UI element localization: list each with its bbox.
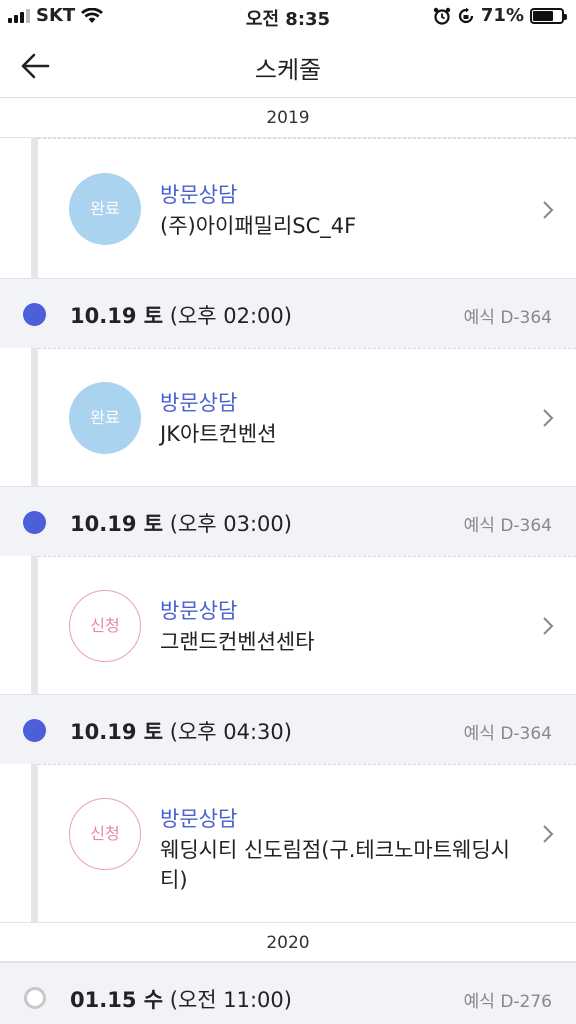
chevron-right-icon — [543, 617, 554, 635]
schedule-place: 그랜드컨벤션센타 — [160, 630, 315, 654]
alarm-icon — [433, 7, 451, 25]
wedding-dday: 예식 D-364 — [463, 724, 552, 744]
chevron-right-icon — [543, 409, 554, 427]
app-header: 스케줄 — [0, 32, 576, 98]
schedule-card[interactable]: 완료 방문상담 (주)아이패밀리SC_4F — [38, 138, 576, 278]
orientation-lock-icon — [458, 7, 474, 23]
schedule-place: (주)아이패밀리SC_4F — [160, 214, 357, 238]
schedule-time: (오후 04:30) — [169, 720, 292, 744]
schedule-date: 10.19 토 — [70, 304, 164, 328]
chevron-right-icon — [543, 201, 554, 219]
schedule-card[interactable]: 완료 방문상담 JK아트컨벤션 — [38, 348, 576, 486]
schedule-type: 방문상담 — [160, 183, 238, 207]
schedule-type: 방문상담 — [160, 599, 238, 623]
schedule-type: 방문상담 — [160, 807, 238, 831]
timeline-dot — [24, 987, 46, 1009]
timeline-dot — [23, 303, 46, 326]
schedule-date: 10.19 토 — [70, 512, 164, 536]
date-row: 01.15 수 (오전 11:00) 예식 D-276 — [0, 962, 576, 1024]
timeline-dot — [23, 719, 46, 742]
date-row: 10.19 토 (오후 04:30) 예식 D-364 — [0, 694, 576, 764]
battery-percent: 71% — [480, 5, 524, 26]
schedule-place: 웨딩시티 신도림점(구.테크노마트웨딩시티) — [160, 838, 510, 892]
schedule-type: 방문상담 — [160, 391, 238, 415]
battery-icon — [530, 7, 567, 24]
timeline-dot — [23, 511, 46, 534]
schedule-card[interactable]: 신청 방문상담 웨딩시티 신도림점(구.테크노마트웨딩시티) — [38, 764, 576, 922]
year-header-2019: 2019 — [0, 98, 576, 138]
wedding-dday: 예식 D-364 — [463, 516, 552, 536]
chevron-right-icon — [543, 825, 554, 843]
timeline-line — [31, 138, 38, 1024]
schedule-card[interactable]: 신청 방문상담 그랜드컨벤션센타 — [38, 556, 576, 694]
status-badge: 완료 — [69, 173, 141, 245]
year-header-2020: 2020 — [0, 922, 576, 962]
wedding-dday: 예식 D-276 — [463, 992, 552, 1012]
status-badge: 신청 — [69, 590, 141, 662]
schedule-time: (오전 11:00) — [169, 988, 292, 1012]
status-badge: 신청 — [69, 798, 141, 870]
status-badge: 완료 — [69, 382, 141, 454]
schedule-time: (오후 02:00) — [169, 304, 292, 328]
wedding-dday: 예식 D-364 — [463, 308, 552, 328]
schedule-date: 01.15 수 — [70, 988, 164, 1012]
schedule-place: JK아트컨벤션 — [160, 422, 277, 446]
page-title: 스케줄 — [254, 56, 322, 84]
status-bar: SKT 오전 8:35 71% — [0, 0, 576, 32]
date-row: 10.19 토 (오후 02:00) 예식 D-364 — [0, 278, 576, 348]
schedule-date: 10.19 토 — [70, 720, 164, 744]
date-row: 10.19 토 (오후 03:00) 예식 D-364 — [0, 486, 576, 556]
schedule-time: (오후 03:00) — [169, 512, 292, 536]
